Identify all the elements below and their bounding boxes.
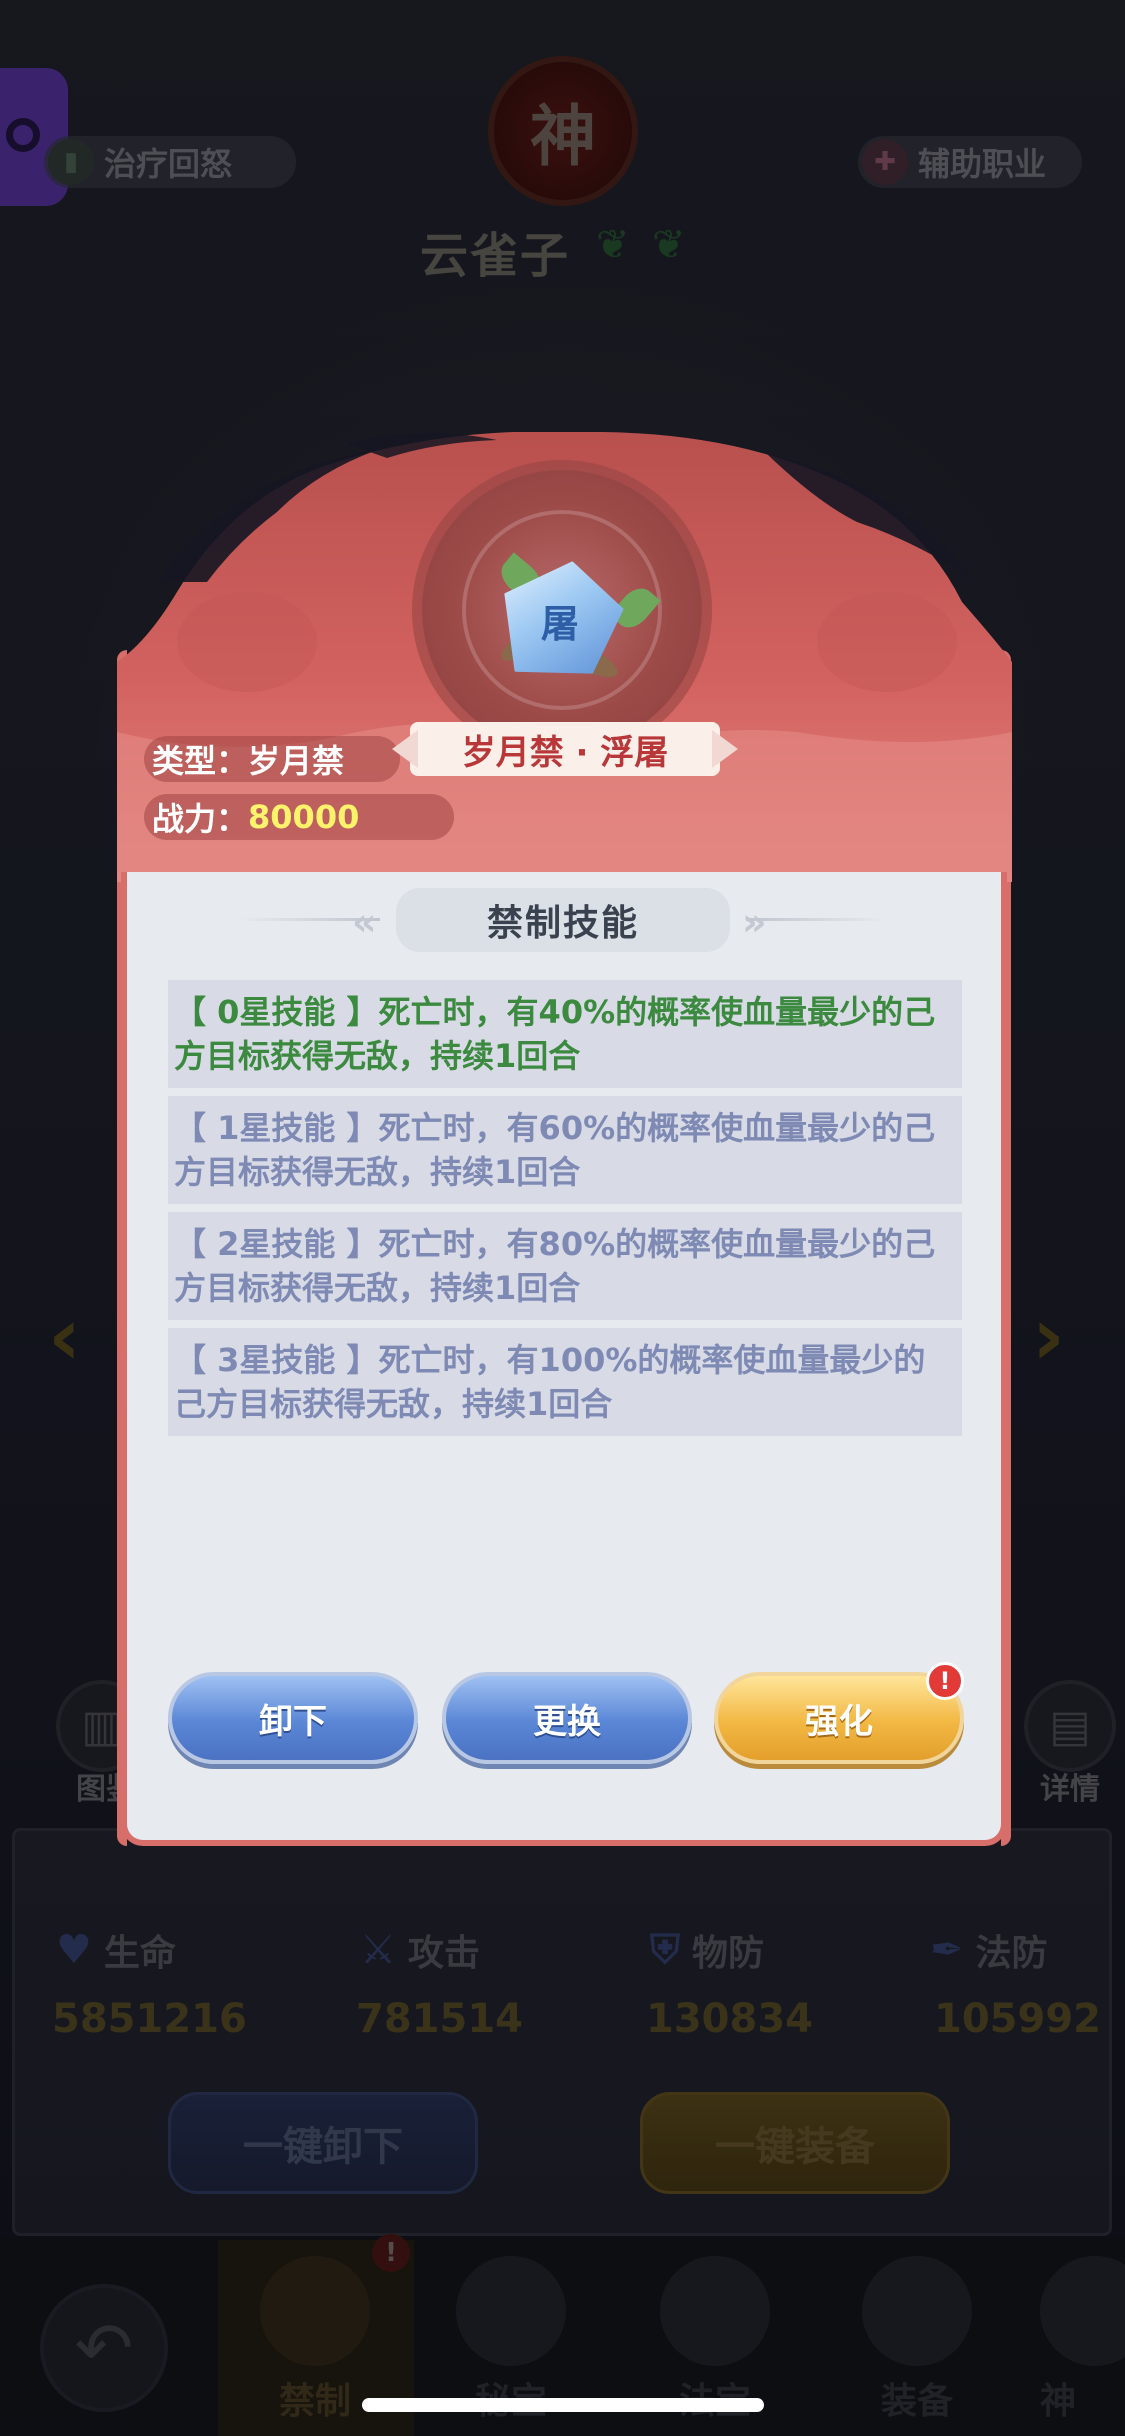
gem-glyph: 屠 [540, 601, 580, 646]
item-type-row: 类型： 岁月禁 [144, 736, 400, 782]
skill-row-2star: 【 2星技能 】死亡时，有80%的概率使血量最少的己方目标获得无敌，持续1回合 [168, 1212, 962, 1320]
skill-row-0star: 【 0星技能 】死亡时，有40%的概率使血量最少的己方目标获得无敌，持续1回合 [168, 980, 962, 1088]
item-power-row: 战力： 80000 [144, 794, 454, 840]
home-indicator [362, 2398, 764, 2412]
wing-left-icon: « [352, 900, 377, 944]
section-title: 禁制技能 [396, 888, 730, 952]
skill-row-1star: 【 1星技能 】死亡时，有60%的概率使血量最少的己方目标获得无敌，持续1回合 [168, 1096, 962, 1204]
item-title: 岁月禁 · 浮屠 [410, 722, 720, 776]
skill-row-3star: 【 3星技能 】死亡时，有100%的概率使血量最少的己方目标获得无敌，持续1回合 [168, 1328, 962, 1436]
unload-button[interactable]: 卸下 [168, 1672, 418, 1764]
divider-line [746, 918, 886, 921]
replace-button[interactable]: 更换 [442, 1672, 692, 1764]
power-label: 战力： [152, 800, 249, 838]
type-label: 类型： [152, 742, 249, 780]
wing-right-icon: » [742, 900, 767, 944]
power-value: 80000 [248, 798, 360, 836]
enhance-alert-badge: ! [926, 1662, 964, 1700]
type-value: 岁月禁 [248, 742, 345, 780]
